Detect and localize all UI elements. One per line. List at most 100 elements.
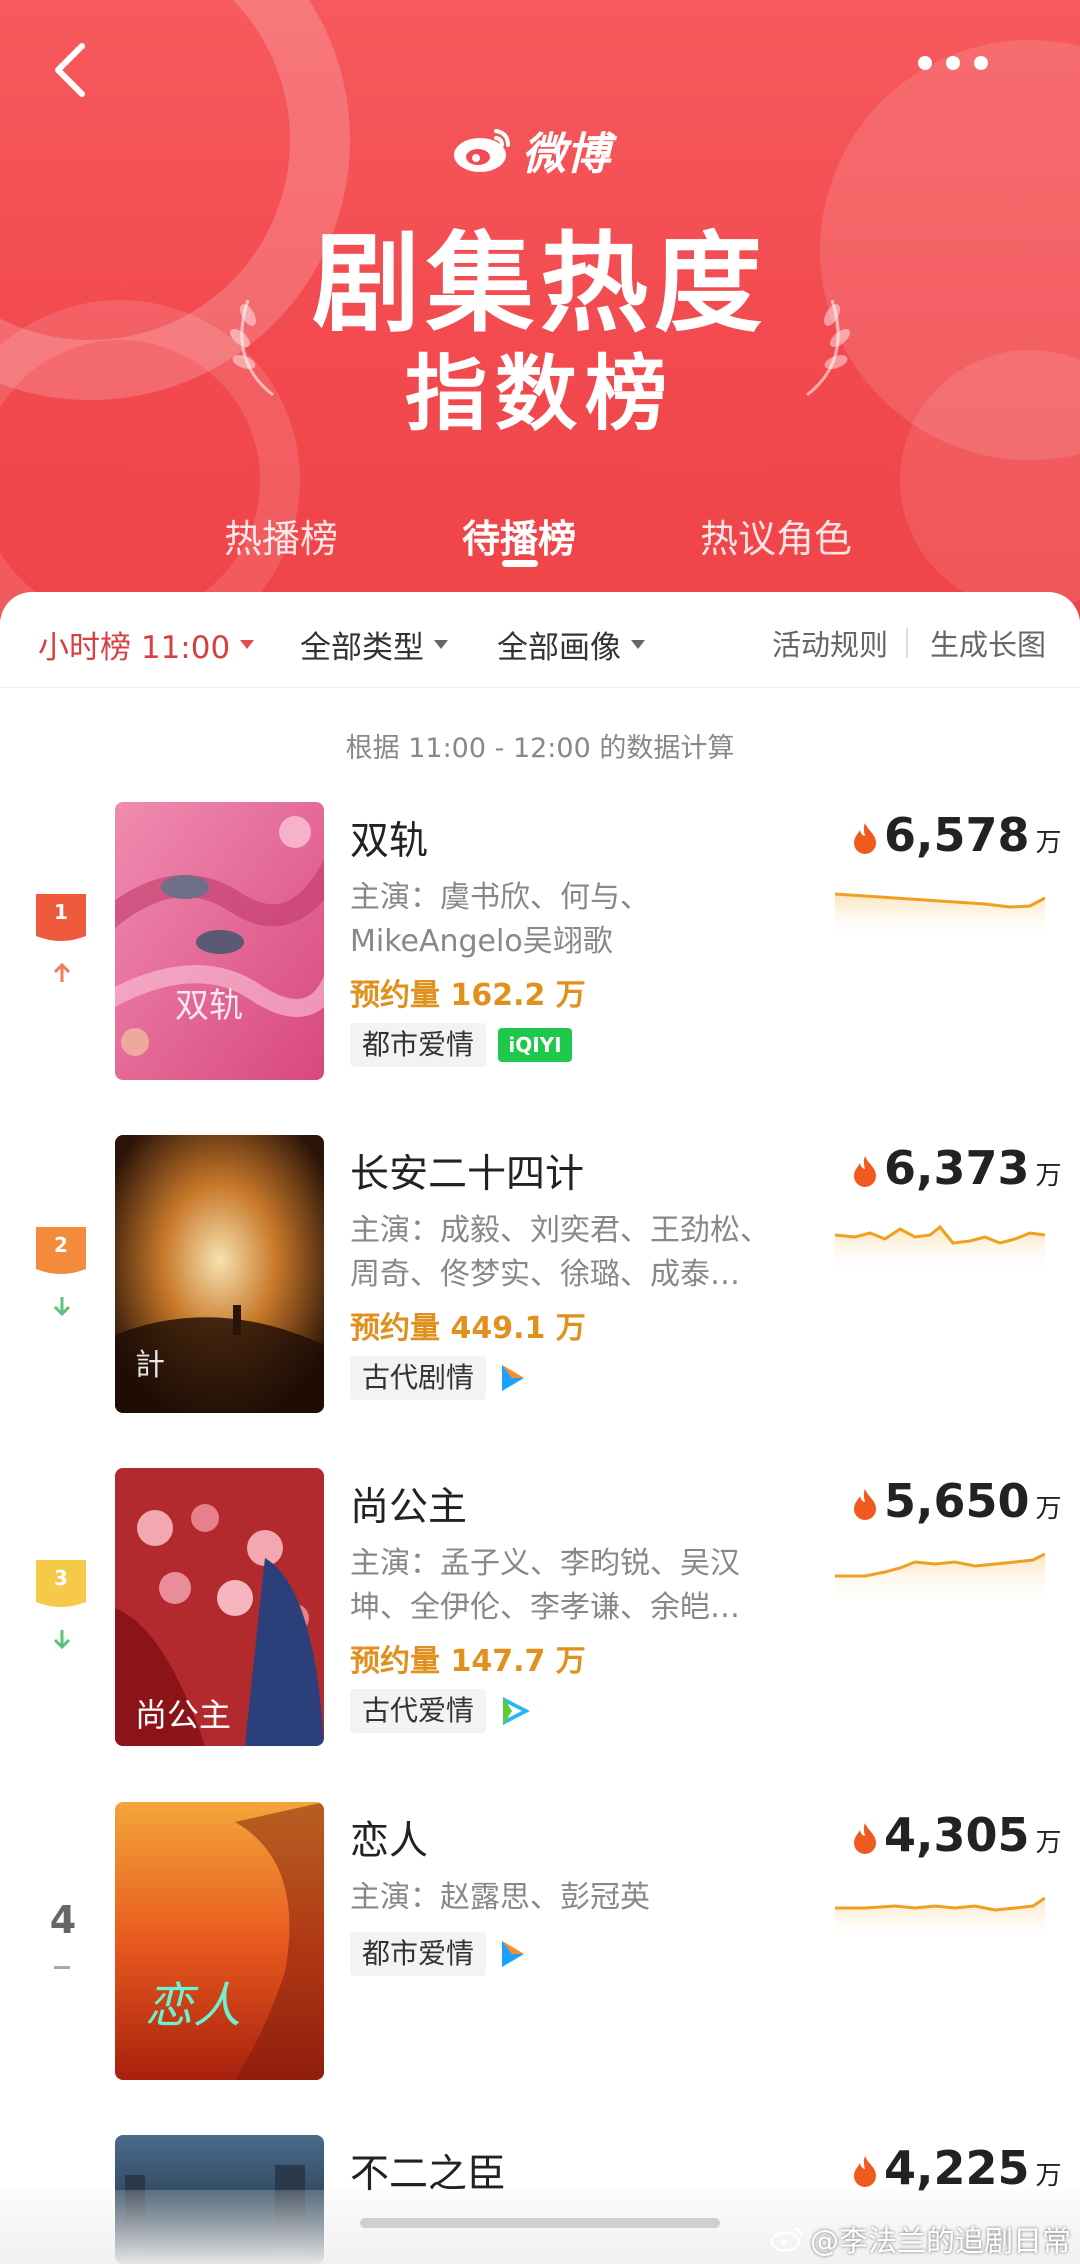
divider (906, 628, 908, 658)
weibo-watermark-icon (770, 2227, 802, 2252)
ranking-tabs: 热播榜 待播榜 热议角色 (0, 500, 1080, 570)
page-subtitle: 指数榜 (404, 347, 675, 442)
cast-line: 主演：成毅、刘奕君、王劲松、 (350, 1213, 770, 1248)
list-item[interactable]: 2 計 长安二十四计 主演：成毅、刘奕君、王劲松、 周奇、佟梦实、徐璐、成泰… … (0, 1135, 1080, 1435)
rank-badge: 1 (34, 892, 88, 946)
logo-text: 微博 (522, 129, 610, 180)
cast-text: 主演：孟子义、李昀锐、吴汉 坤、全伊伦、李孝谦、余皑… (350, 1542, 770, 1630)
genre-tag: 古代剧情 (350, 1356, 487, 1400)
trend-up-icon (53, 962, 71, 982)
trend-sparkline (835, 892, 1045, 940)
cast-line: 主演：虞书欣、何与、 (350, 880, 650, 915)
list-item[interactable]: 1 双轨 双轨 主演：虞书欣、何与、 MikeAngelo吴翊歌 预约量 162… (0, 802, 1080, 1102)
heat-value: 5,650 (884, 1474, 1030, 1528)
tencent-video-icon (498, 1694, 534, 1728)
heat-index: 5,650 万 (852, 1474, 1062, 1534)
cast-line: MikeAngelo吴翊歌 (350, 924, 613, 959)
cast-text: 主演：虞书欣、何与、 MikeAngelo吴翊歌 (350, 876, 770, 964)
genre-tag: 古代爱情 (350, 1689, 487, 1733)
svg-text:iQIYI: iQIYI (508, 1033, 561, 1057)
hero-banner: 微博 剧集热度 指数榜 热播榜 待播榜 热议角色 (0, 0, 1080, 620)
flame-icon (854, 1156, 876, 1187)
poster-image[interactable]: 計 (115, 1135, 324, 1413)
app-screen: 微博 剧集热度 指数榜 热播榜 待播榜 热议角色 小时榜 11:00 全部类型 … (0, 0, 1080, 2264)
weibo-logo: 微博 (452, 115, 610, 185)
heat-index: 6,578 万 (852, 808, 1062, 868)
type-filter-dropdown[interactable]: 全部类型 (300, 622, 448, 667)
genre-tag: 都市爱情 (350, 1932, 487, 1976)
hourly-filter-dropdown[interactable]: 小时榜 11:00 (38, 622, 255, 667)
trend-flat-icon (54, 1966, 70, 1969)
filter-bar: 小时榜 11:00 全部类型 全部画像 活动规则 生成长图 (0, 592, 1080, 688)
cast-line: 主演：赵露思、彭冠英 (350, 1880, 650, 1915)
page-title: 剧集热度 (311, 222, 768, 347)
rank-badge: 2 (34, 1225, 88, 1279)
poster-image[interactable]: 尚公主 (115, 1468, 324, 1746)
type-filter-label: 全部类型 (300, 630, 424, 666)
heat-unit: 万 (1035, 1494, 1062, 1524)
home-indicator[interactable] (360, 2218, 720, 2228)
youku-icon (498, 1937, 528, 1971)
cast-text: 主演：赵露思、彭冠英 (350, 1876, 770, 1920)
heat-unit: 万 (1035, 828, 1062, 858)
trend-sparkline (835, 1896, 1045, 1940)
trend-down-icon (53, 1297, 71, 1317)
reservation-count: 预约量 162.2 万 (350, 978, 586, 1013)
rank-number: 1 (54, 900, 68, 924)
watermark-text: @李法兰的追剧日常 (810, 2224, 1072, 2258)
caret-down-icon (631, 640, 645, 649)
style-filter-dropdown[interactable]: 全部画像 (497, 622, 645, 667)
rank-number: 2 (54, 1233, 68, 1257)
tab-upcoming[interactable]: 待播榜 (462, 508, 576, 563)
active-tab-indicator (502, 560, 538, 567)
cast-line: 主演：孟子义、李昀锐、吴汉 (350, 1546, 740, 1581)
svg-text:尚公主: 尚公主 (135, 1696, 231, 1734)
caret-down-icon (434, 640, 448, 649)
flame-icon (854, 823, 876, 854)
style-filter-label: 全部画像 (497, 630, 621, 666)
rules-link[interactable]: 活动规则 (772, 622, 888, 664)
rank-badge: 3 (34, 1558, 88, 1612)
rank-number: 3 (54, 1566, 68, 1590)
heat-value: 6,373 (884, 1141, 1030, 1195)
list-item[interactable]: 3 尚公主 尚公主 主演：孟子义、李昀锐、吴汉 坤、全伊伦、李孝谦、余皑… 预约… (0, 1468, 1080, 1768)
flame-icon (854, 1489, 876, 1520)
heat-value: 6,578 (884, 808, 1030, 862)
reservation-count: 预约量 147.7 万 (350, 1644, 586, 1679)
svg-text:計: 計 (135, 1348, 165, 1383)
svg-text:双轨: 双轨 (175, 986, 243, 1026)
reservation-count: 预约量 449.1 万 (350, 1311, 586, 1346)
cast-line: 坤、全伊伦、李孝谦、余皑… (350, 1590, 740, 1625)
caret-down-icon (240, 640, 255, 649)
data-note: 根据 11:00 - 12:00 的数据计算 (345, 733, 735, 764)
list-item[interactable]: 4 恋人 恋人 主演：赵露思、彭冠英 都市爱情 4,305 万 (0, 1802, 1080, 2102)
drama-title[interactable]: 恋人 (350, 1810, 428, 1866)
youku-icon (498, 1361, 528, 1395)
flame-icon (854, 1823, 876, 1854)
trend-sparkline (835, 1552, 1045, 1606)
drama-title[interactable]: 尚公主 (350, 1476, 467, 1532)
tab-hot-roles[interactable]: 热议角色 (700, 508, 852, 563)
cast-text: 主演：成毅、刘奕君、王劲松、 周奇、佟梦实、徐璐、成泰… (350, 1209, 770, 1297)
drama-title[interactable]: 长安二十四计 (350, 1143, 584, 1199)
genre-tag: 都市爱情 (350, 1023, 487, 1067)
generate-image-link[interactable]: 生成长图 (930, 622, 1046, 664)
poster-image[interactable]: 双轨 (115, 802, 324, 1080)
more-options-icon[interactable] (918, 52, 998, 74)
svg-text:恋人: 恋人 (145, 1978, 241, 2034)
flame-icon (854, 2156, 876, 2187)
iqiyi-icon: iQIYI (498, 1028, 572, 1062)
weibo-eye-icon (454, 129, 510, 172)
drama-title[interactable]: 双轨 (350, 810, 428, 866)
heat-index: 4,305 万 (852, 1808, 1062, 1868)
heat-value: 4,305 (884, 1808, 1030, 1862)
back-icon[interactable] (44, 40, 104, 100)
cast-line: 周奇、佟梦实、徐璐、成泰… (350, 1257, 740, 1292)
tab-hot-playing[interactable]: 热播榜 (224, 508, 338, 563)
heat-unit: 万 (1035, 2161, 1062, 2191)
watermark: @李法兰的追剧日常 (770, 2218, 1071, 2260)
rank-number: 4 (49, 1898, 77, 1942)
heat-unit: 万 (1035, 1161, 1062, 1191)
poster-image[interactable]: 恋人 (115, 1802, 324, 2080)
heat-value: 4,225 (884, 2141, 1030, 2195)
